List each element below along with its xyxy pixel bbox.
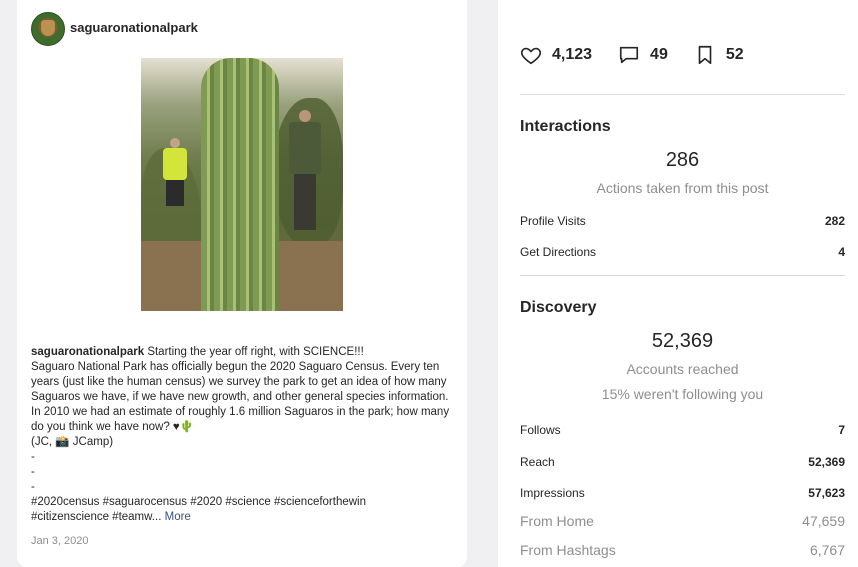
discovery-total: 52,369 [651, 330, 714, 352]
row-value: 57,623 [808, 486, 845, 500]
comments-stat: 49 [618, 44, 668, 66]
interaction-row-profile-visits: Profile Visits 282 [520, 214, 845, 228]
row-value: 4 [838, 245, 845, 259]
insights-panel: 4,123 49 52 Interactions 286 Actions tak… [498, 0, 858, 567]
discovery-row-impressions: Impressions 57,623 [520, 486, 845, 500]
source-row-hashtags: From Hashtags 6,767 [520, 542, 845, 558]
interactions-total-label: Actions taken from this post [596, 180, 769, 196]
discovery-title: Discovery [520, 299, 597, 316]
row-value: 52,369 [808, 455, 845, 469]
divider [520, 94, 845, 95]
following-note: 15% weren't following you [601, 386, 764, 402]
discovery-total-label: Accounts reached [626, 361, 739, 377]
row-label: From Home [520, 513, 594, 529]
bookmark-icon [698, 45, 712, 65]
avatar[interactable] [31, 12, 65, 46]
post-date: Jan 3, 2020 [31, 535, 89, 547]
row-label: Profile Visits [520, 214, 586, 228]
source-row-home: From Home 47,659 [520, 513, 845, 529]
saves-count: 52 [725, 46, 744, 63]
engagement-stats: 4,123 49 52 [520, 44, 770, 66]
heart-icon [520, 47, 542, 65]
post-caption: saguaronationalpark Starting the year of… [31, 345, 456, 525]
caption-username[interactable]: saguaronationalpark [31, 346, 144, 358]
discovery-row-follows: Follows 7 [520, 423, 845, 437]
row-value: 282 [824, 214, 845, 228]
interaction-row-get-directions: Get Directions 4 [520, 245, 845, 259]
row-label: Follows [520, 423, 561, 437]
photo-saguaro-cactus [201, 58, 279, 311]
saves-stat: 52 [694, 44, 744, 66]
likes-count: 4,123 [552, 46, 593, 63]
row-label: Reach [520, 455, 555, 469]
divider [520, 275, 845, 276]
row-label: Get Directions [520, 245, 597, 259]
photo-person [163, 138, 187, 208]
comment-icon [619, 46, 639, 64]
post-username[interactable]: saguaronationalpark [70, 20, 198, 35]
post-photo[interactable] [141, 58, 343, 311]
row-value: 47,659 [802, 513, 845, 529]
more-link[interactable]: More [165, 511, 191, 523]
discovery-row-reach: Reach 52,369 [520, 455, 845, 469]
interactions-total: 286 [665, 149, 700, 171]
post-card: saguaronationalpark saguaronationalpark … [17, 0, 467, 567]
interactions-title: Interactions [520, 118, 611, 135]
row-value: 6,767 [809, 542, 845, 558]
comments-count: 49 [650, 46, 668, 63]
caption-text: Starting the year off right, with SCIENC… [31, 346, 450, 523]
row-label: Impressions [520, 486, 585, 500]
photo-person [289, 110, 321, 240]
likes-stat: 4,123 [520, 44, 592, 66]
row-label: From Hashtags [520, 542, 616, 558]
row-value: 7 [838, 423, 845, 437]
